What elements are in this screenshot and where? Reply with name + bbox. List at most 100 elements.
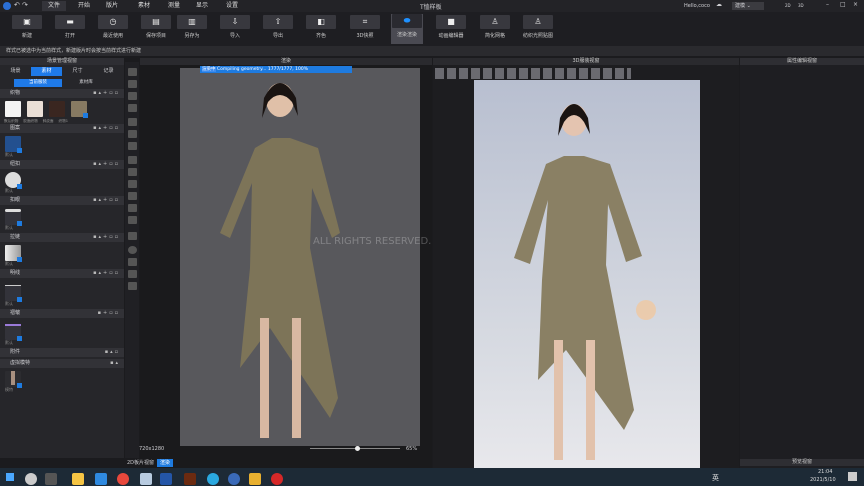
record-icon[interactable] bbox=[271, 473, 283, 485]
open-button[interactable]: ▬ 打开 bbox=[54, 15, 86, 39]
tab-size[interactable]: 尺寸 bbox=[62, 67, 93, 76]
section-pleat[interactable]: 褶皱 ▪+▫▫ bbox=[0, 309, 124, 318]
menu-measure[interactable]: 测量 bbox=[162, 1, 186, 11]
tool-icon[interactable] bbox=[128, 204, 137, 212]
section-buttonhole[interactable]: 扣眼 ▪▴+▫▫ bbox=[0, 196, 124, 205]
section-avatar[interactable]: 虚拟模特 ▪▴ bbox=[0, 359, 124, 368]
browser-icon[interactable] bbox=[207, 473, 219, 485]
app-icon[interactable] bbox=[140, 473, 152, 485]
tool-icon[interactable] bbox=[128, 232, 137, 240]
export-button[interactable]: ⇧ 导出 bbox=[262, 15, 294, 39]
maps-icon[interactable] bbox=[249, 473, 261, 485]
zoom-slider-handle[interactable] bbox=[355, 446, 360, 451]
menu-start[interactable]: 开始 bbox=[72, 1, 96, 11]
section-button[interactable]: 纽扣 ▪▴+▫▫ bbox=[0, 160, 124, 169]
section-actions-icon[interactable]: ▪+▫▫ bbox=[98, 309, 120, 318]
task-view-icon[interactable] bbox=[45, 473, 57, 485]
tool-icon[interactable] bbox=[128, 92, 137, 100]
texture-bake-button[interactable]: ♙ 纺织光照贴图 bbox=[522, 15, 554, 39]
menu-material[interactable]: 素材 bbox=[132, 1, 156, 11]
animation-editor-button[interactable]: ■ 动画编辑器 bbox=[435, 15, 467, 39]
buttonhole-thumbnail[interactable] bbox=[5, 209, 22, 226]
section-pattern[interactable]: 图案 ▪▴+▫▫ bbox=[0, 124, 124, 133]
import-button[interactable]: ⇩ 导入 bbox=[219, 15, 251, 39]
section-actions-icon[interactable]: ▪▴+▫▫ bbox=[93, 160, 120, 169]
minimize-button[interactable]: – bbox=[826, 1, 829, 8]
tool-icon[interactable] bbox=[128, 130, 137, 138]
save-project-button[interactable]: ▤ 保存项目 bbox=[140, 15, 172, 39]
zoom-slider[interactable] bbox=[310, 446, 400, 451]
tab-render[interactable]: 渲染 bbox=[157, 459, 174, 467]
tool-icon[interactable] bbox=[128, 118, 137, 126]
fabric-swatch-2[interactable] bbox=[27, 101, 43, 117]
section-actions-icon[interactable]: ▪▴▫ bbox=[105, 348, 120, 357]
menu-pattern[interactable]: 版片 bbox=[100, 1, 124, 11]
style3d-app-icon[interactable] bbox=[160, 473, 172, 485]
menu-file[interactable]: 文件 bbox=[42, 1, 67, 11]
clock-date[interactable]: 2021/5/10 bbox=[810, 477, 836, 483]
redo-icon[interactable]: ↷ bbox=[22, 1, 28, 9]
section-actions-icon[interactable]: ▪▴+▫▫ bbox=[93, 233, 120, 242]
view-3d-button[interactable]: 3D bbox=[798, 3, 804, 8]
tab-2d-pattern[interactable]: 2D板片视窗 bbox=[124, 459, 157, 467]
cloud-icon[interactable]: ☁ bbox=[716, 1, 722, 8]
undo-icon[interactable]: ↶ bbox=[14, 1, 20, 9]
mode-select[interactable]: 建模 ⌄ bbox=[732, 2, 764, 10]
avatar-thumbnail[interactable] bbox=[5, 371, 22, 388]
chrome-icon[interactable] bbox=[117, 473, 129, 485]
sphere-icon[interactable] bbox=[128, 246, 137, 254]
section-actions-icon[interactable]: ▪▴+▫▫ bbox=[93, 196, 120, 205]
new-button[interactable]: ▣ 新建 bbox=[11, 15, 43, 39]
render-canvas[interactable] bbox=[180, 68, 420, 446]
pleat-thumbnail[interactable] bbox=[5, 324, 22, 341]
button-thumbnail[interactable] bbox=[5, 172, 22, 189]
avatar-tool-icon[interactable] bbox=[128, 270, 137, 278]
fabric-swatch-default[interactable] bbox=[5, 101, 21, 117]
3d-view-toolbar[interactable] bbox=[435, 68, 631, 79]
tool-icon[interactable] bbox=[128, 80, 137, 88]
section-actions-icon[interactable]: ▪▴ bbox=[110, 359, 120, 368]
search-icon[interactable] bbox=[25, 473, 37, 485]
tab-material[interactable]: 素材 bbox=[31, 67, 62, 76]
file-explorer-icon[interactable] bbox=[72, 473, 84, 485]
edge-icon[interactable] bbox=[95, 473, 107, 485]
close-button[interactable]: × bbox=[853, 1, 858, 8]
tool-icon[interactable] bbox=[128, 168, 137, 176]
clock-time[interactable]: 21:04 bbox=[818, 469, 832, 475]
save-as-button[interactable]: ▥ 另存为 bbox=[176, 15, 208, 39]
tool-icon[interactable] bbox=[128, 216, 137, 224]
windows-start-icon[interactable] bbox=[6, 473, 14, 481]
simplify-mesh-button[interactable]: ♙ 简化网格 bbox=[479, 15, 511, 39]
tool-icon[interactable] bbox=[128, 156, 137, 164]
menu-display[interactable]: 显示 bbox=[190, 1, 214, 11]
tool-icon[interactable] bbox=[128, 142, 137, 150]
tool-icon[interactable] bbox=[128, 258, 137, 266]
zipper-thumbnail[interactable] bbox=[5, 245, 22, 262]
tool-icon[interactable] bbox=[128, 68, 137, 76]
section-trims[interactable]: 附件 ▪▴▫ bbox=[0, 348, 124, 357]
3d-canvas[interactable] bbox=[474, 80, 700, 468]
notification-icon[interactable] bbox=[848, 472, 857, 481]
tool-icon[interactable] bbox=[128, 282, 137, 290]
tool-icon[interactable] bbox=[128, 104, 137, 112]
section-actions-icon[interactable]: ▪▴+▫▫ bbox=[93, 124, 120, 133]
pattern-thumbnail[interactable] bbox=[5, 136, 22, 153]
tab-history[interactable]: 记录 bbox=[93, 67, 124, 76]
fabric-swatch-3[interactable] bbox=[49, 101, 65, 117]
section-fabric[interactable]: 织物 ▪▴+▫▫ bbox=[0, 89, 124, 98]
tab-scene[interactable]: 场景 bbox=[0, 67, 31, 76]
maximize-button[interactable]: □ bbox=[840, 1, 846, 8]
topstitch-thumbnail[interactable] bbox=[5, 285, 22, 302]
section-actions-icon[interactable]: ▪▴+▫▫ bbox=[93, 89, 120, 98]
section-topstitch[interactable]: 明线 ▪▴+▫▫ bbox=[0, 269, 124, 278]
section-actions-icon[interactable]: ▪▴+▫▫ bbox=[93, 269, 120, 278]
view-2d-button[interactable]: 2D bbox=[785, 3, 791, 8]
tool-icon[interactable] bbox=[128, 180, 137, 188]
render-button[interactable]: ⬬ 渲染渲染 bbox=[391, 14, 423, 44]
menu-settings[interactable]: 设置 bbox=[220, 1, 244, 11]
subtab-current-garment[interactable]: 当前服装 bbox=[14, 79, 62, 87]
subtab-library[interactable]: 素材库 bbox=[62, 79, 110, 87]
recent-button[interactable]: ◷ 最近使用 bbox=[97, 15, 129, 39]
colorway-button[interactable]: ◧ 齐色 bbox=[305, 15, 337, 39]
tool-icon[interactable] bbox=[128, 192, 137, 200]
